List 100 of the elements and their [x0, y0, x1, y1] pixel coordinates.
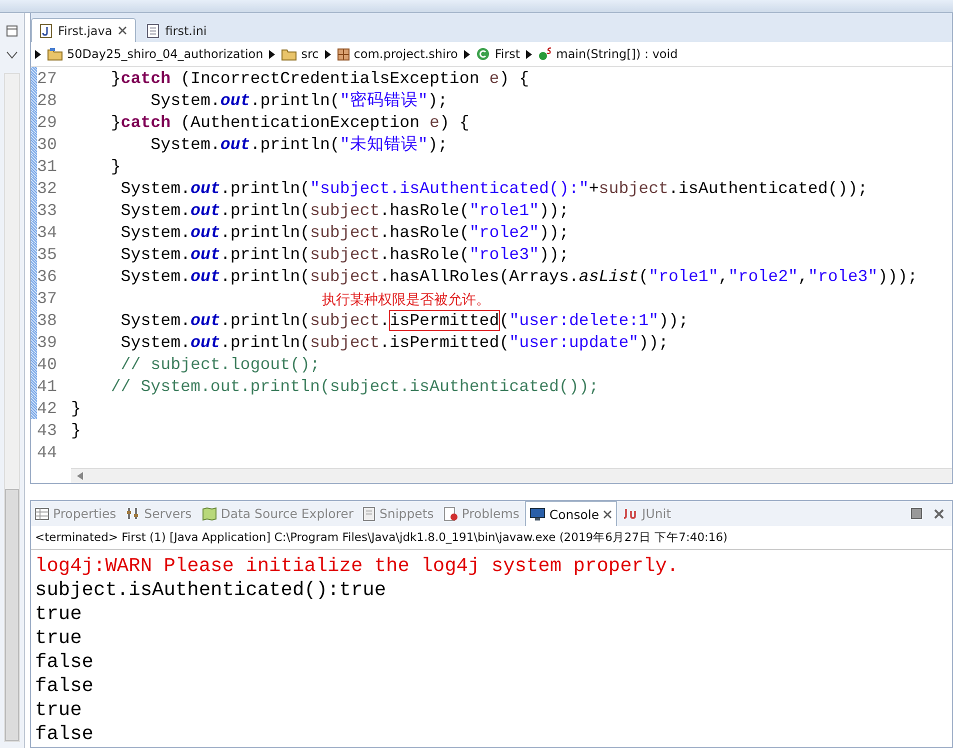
- code-text: (: [499, 310, 510, 330]
- console-line: false: [35, 674, 95, 698]
- code-text: )));: [878, 266, 918, 286]
- arrow-icon: [324, 50, 331, 58]
- variable-name: subject: [310, 244, 380, 264]
- minimize-icon[interactable]: [6, 25, 18, 37]
- string-literal: "role2": [469, 222, 540, 242]
- static-method: asList: [578, 266, 639, 286]
- code-text: System.: [120, 310, 190, 330]
- code-text: ));: [539, 222, 569, 242]
- code-text: .println(: [220, 200, 310, 220]
- code-text: .println(: [250, 91, 340, 110]
- code-text: System.: [120, 266, 190, 286]
- console-line: true: [35, 698, 83, 722]
- view-tab[interactable]: Console: [525, 501, 618, 526]
- code-text: System.: [150, 91, 220, 110]
- table-icon: [35, 508, 49, 520]
- variable-name: subject: [310, 332, 380, 352]
- breadcrumb-item[interactable]: First: [476, 47, 520, 61]
- code-text: );: [428, 135, 448, 154]
- line-number: 37: [37, 288, 58, 308]
- string-literal: "role1": [648, 266, 718, 286]
- code-text: (IncorrectCredentialsException: [180, 68, 480, 88]
- scrollbar[interactable]: [4, 73, 20, 742]
- field-name: out: [190, 310, 220, 330]
- line-number: 39: [37, 332, 58, 352]
- line-number: 44: [37, 442, 58, 462]
- java-file-icon: [40, 24, 52, 38]
- line-number: 35: [37, 244, 58, 264]
- line-number: 28: [37, 90, 58, 110]
- code-text: .println(: [220, 266, 310, 286]
- folder-icon: [281, 48, 298, 60]
- line-number: 27: [37, 68, 58, 88]
- line-number: 36: [37, 266, 58, 286]
- console-line: true: [35, 626, 83, 650]
- code-text: System.: [120, 222, 190, 242]
- close-icon[interactable]: [118, 26, 128, 35]
- code-text: ));: [539, 200, 569, 220]
- code-text: .println(: [220, 332, 310, 352]
- line-number: 34: [37, 222, 58, 242]
- editor-tab[interactable]: First.java: [31, 18, 136, 42]
- code-text: }: [110, 156, 121, 176]
- string-literal: "role3": [469, 244, 540, 264]
- code-text: ));: [638, 332, 668, 352]
- wrench-icon: [126, 507, 140, 520]
- keyword: catch: [120, 112, 171, 132]
- variable-name: subject: [310, 200, 380, 220]
- code-text: ,: [798, 266, 808, 286]
- scrollbar[interactable]: [71, 468, 952, 483]
- code-text: .hasRole(: [380, 200, 470, 220]
- code-text: +: [588, 178, 599, 198]
- breadcrumb-item[interactable]: com.project.shiro: [336, 47, 458, 61]
- field-name: out: [190, 332, 220, 352]
- console-line: true: [35, 602, 83, 626]
- code-text: ) {: [439, 112, 470, 132]
- string-literal: "role3": [808, 266, 878, 286]
- line-number: 40: [37, 354, 58, 374]
- variable-name: subject: [598, 178, 669, 198]
- map-icon: [202, 506, 217, 520]
- breadcrumb-item[interactable]: main(String[]) : void: [538, 47, 678, 61]
- string-literal: "role2": [728, 266, 798, 286]
- code-text: }: [110, 68, 121, 88]
- breadcrumb-item[interactable]: 50Day25_shiro_04_authorization: [47, 47, 264, 61]
- code-text: .println(: [250, 135, 340, 154]
- code-text: .hasAllRoles(Arrays.: [380, 266, 579, 286]
- keyword: catch: [120, 68, 171, 88]
- code-text: .println(: [220, 222, 310, 242]
- line-number: 42: [37, 398, 58, 418]
- code-text: .println(: [220, 178, 310, 198]
- line-number: 30: [37, 134, 58, 154]
- code-text: .: [380, 310, 390, 330]
- field-name: out: [190, 178, 220, 198]
- close-icon[interactable]: [934, 508, 944, 518]
- arrow-icon: [269, 50, 276, 58]
- field-name: out: [190, 222, 220, 242]
- breadcrumb-item[interactable]: src: [281, 47, 319, 61]
- variable-name: subject: [310, 222, 380, 242]
- method-icon: [538, 47, 552, 61]
- code-text: .hasRole(: [380, 222, 470, 242]
- code-text: System.: [120, 332, 190, 352]
- package-icon: [336, 48, 350, 60]
- dropdown-icon[interactable]: [6, 51, 18, 59]
- highlighted-method: isPermitted: [390, 310, 500, 330]
- ju-logo-icon: [623, 508, 638, 519]
- console-line: log4j:WARN Please initialize the log4j system properly.: [35, 554, 680, 578]
- editor-tab[interactable]: first.ini: [138, 18, 216, 42]
- field-name: out: [220, 135, 250, 154]
- arrow-icon[interactable]: [77, 472, 83, 480]
- code-text: );: [428, 91, 448, 110]
- code-text: System.: [120, 244, 190, 264]
- code-text: (AuthenticationException: [180, 112, 421, 132]
- arrow-icon: [464, 50, 470, 58]
- code-text: .hasRole(: [380, 244, 470, 264]
- close-icon[interactable]: [603, 510, 612, 518]
- field-name: out: [190, 244, 220, 264]
- console-line: false: [35, 722, 95, 746]
- line-number: 33: [37, 200, 58, 220]
- code-text: .isAuthenticated());: [668, 178, 868, 198]
- line-number: 43: [37, 420, 58, 440]
- field-name: out: [190, 200, 220, 220]
